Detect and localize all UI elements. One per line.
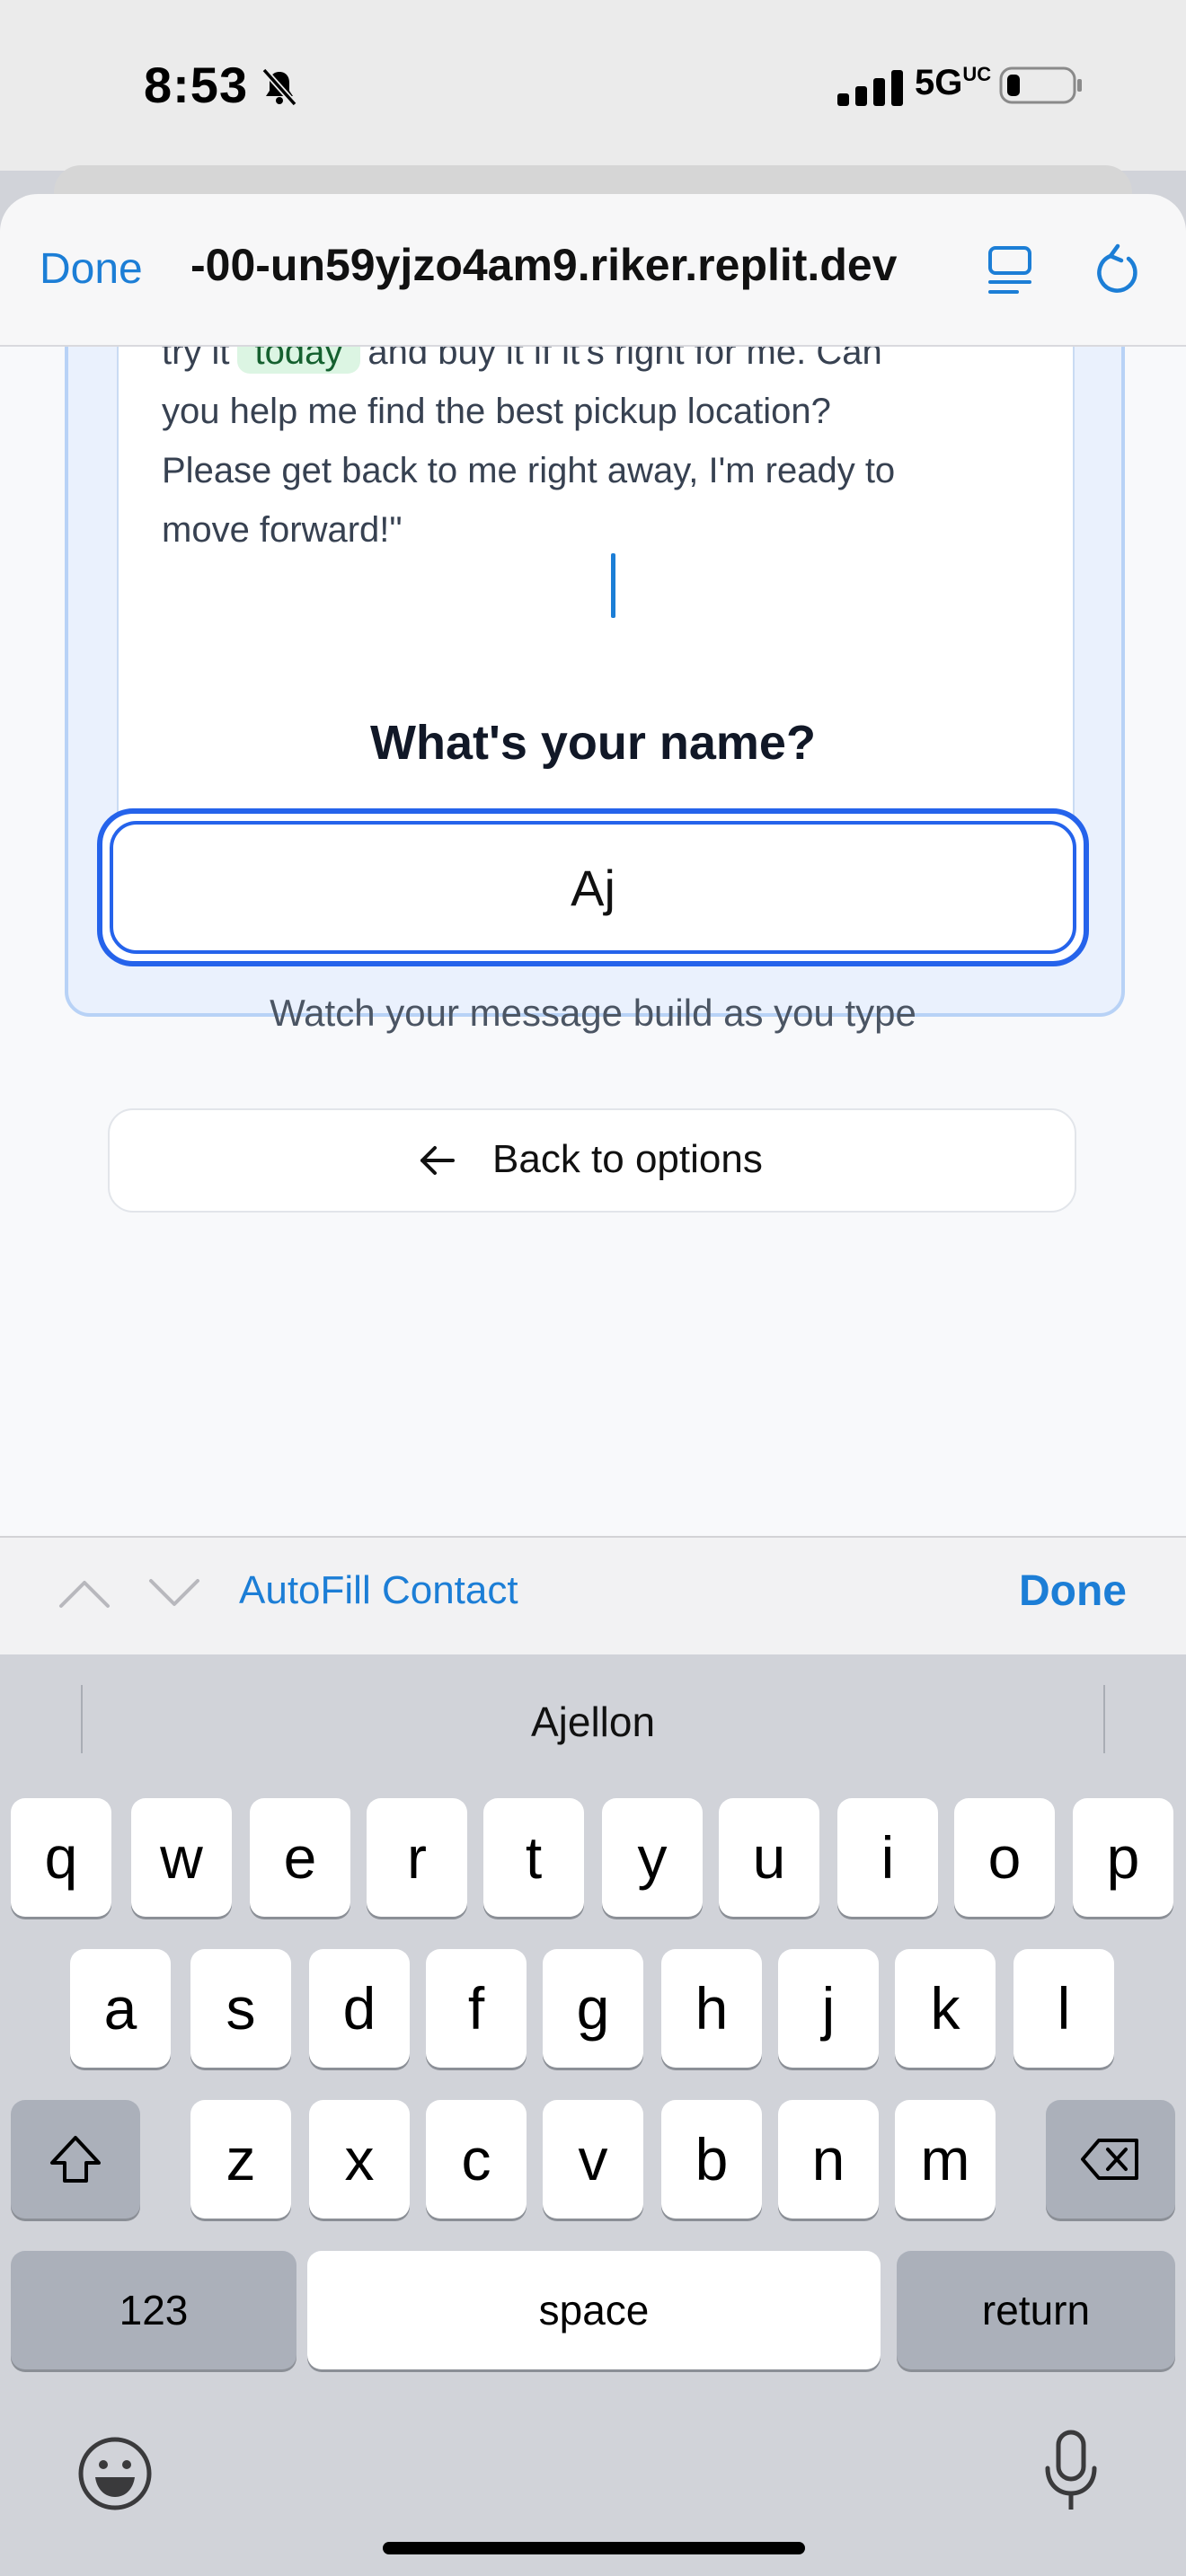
back-to-options-button[interactable]: Back to options [108, 1108, 1076, 1213]
key-v[interactable]: v [543, 2100, 643, 2219]
status-time: 8:53 [144, 57, 249, 113]
key-y[interactable]: y [602, 1798, 703, 1917]
name-input[interactable] [102, 814, 1084, 961]
key-g[interactable]: g [543, 1949, 643, 2068]
shift-key[interactable] [11, 2100, 140, 2219]
suggestion-word[interactable]: Ajellon [0, 1698, 1186, 1746]
key-l[interactable]: l [1013, 1949, 1114, 2068]
key-r[interactable]: r [367, 1798, 467, 1917]
name-hint: Watch your message build as you type [270, 992, 916, 1034]
arrow-left-icon [420, 1146, 455, 1175]
name-question-title: What's your name? [370, 716, 816, 770]
signal-icon [837, 70, 903, 106]
text-caret [611, 553, 615, 618]
message-line-3: Please get back to me right away, I'm re… [162, 451, 896, 490]
key-s[interactable]: s [190, 1949, 291, 2068]
page-content: try it today and buy it if it's right for … [0, 347, 1186, 1536]
key-n[interactable]: n [778, 2100, 879, 2219]
shift-icon [50, 2136, 101, 2183]
key-c[interactable]: c [426, 2100, 527, 2219]
message-line-4: move forward!" [162, 510, 403, 550]
browser-done-button[interactable]: Done [40, 244, 143, 294]
keyboard-accessory-bar: AutoFill Contact Done [0, 1536, 1186, 1656]
suggestion-bar: Ajellon [0, 1654, 1186, 1798]
name-input-container[interactable] [97, 808, 1089, 966]
key-w[interactable]: w [131, 1798, 232, 1917]
key-i[interactable]: i [837, 1798, 938, 1917]
url-bar[interactable]: -00-un59yjzo4am9.riker.replit.dev [190, 239, 963, 293]
keyboard: Ajellon q w e r t y u i o p a s d f g h … [0, 1654, 1186, 2576]
reload-icon[interactable] [1091, 241, 1143, 298]
delete-key[interactable] [1046, 2100, 1175, 2219]
key-e[interactable]: e [250, 1798, 350, 1917]
network-suffix: UC [962, 63, 992, 85]
key-z[interactable]: z [190, 2100, 291, 2219]
message-line-1: try it today and buy it if it's right for … [162, 347, 882, 374]
home-indicator [383, 2542, 805, 2554]
key-x[interactable]: x [309, 2100, 410, 2219]
keyboard-done-button[interactable]: Done [1019, 1566, 1127, 1616]
battery-icon [999, 66, 1082, 104]
message-line-2: you help me find the best pickup locatio… [162, 392, 831, 431]
network-indicator: 5GUC [915, 63, 992, 102]
highlight-today: today [236, 347, 361, 374]
key-f[interactable]: f [426, 1949, 527, 2068]
space-key[interactable]: space [307, 2251, 881, 2369]
backspace-icon [1081, 2139, 1138, 2180]
autofill-contact-button[interactable]: AutoFill Contact [239, 1568, 518, 1613]
key-p[interactable]: p [1073, 1798, 1173, 1917]
key-u[interactable]: u [719, 1798, 819, 1917]
back-to-options-label: Back to options [492, 1137, 763, 1181]
key-j[interactable]: j [778, 1949, 879, 2068]
key-d[interactable]: d [309, 1949, 410, 2068]
key-h[interactable]: h [661, 1949, 762, 2068]
chevron-down-icon[interactable] [147, 1577, 201, 1610]
reader-mode-icon[interactable] [985, 243, 1035, 298]
return-key[interactable]: return [897, 2251, 1175, 2369]
key-t[interactable]: t [483, 1798, 584, 1917]
key-k[interactable]: k [895, 1949, 996, 2068]
key-m[interactable]: m [895, 2100, 996, 2219]
key-q[interactable]: q [11, 1798, 111, 1917]
key-b[interactable]: b [661, 2100, 762, 2219]
bell-slash-icon [261, 67, 297, 107]
numbers-key[interactable]: 123 [11, 2251, 296, 2369]
key-a[interactable]: a [70, 1949, 171, 2068]
emoji-icon[interactable] [75, 2434, 155, 2513]
key-o[interactable]: o [954, 1798, 1055, 1917]
chevron-up-icon[interactable] [58, 1577, 111, 1610]
microphone-icon[interactable] [1042, 2429, 1100, 2515]
